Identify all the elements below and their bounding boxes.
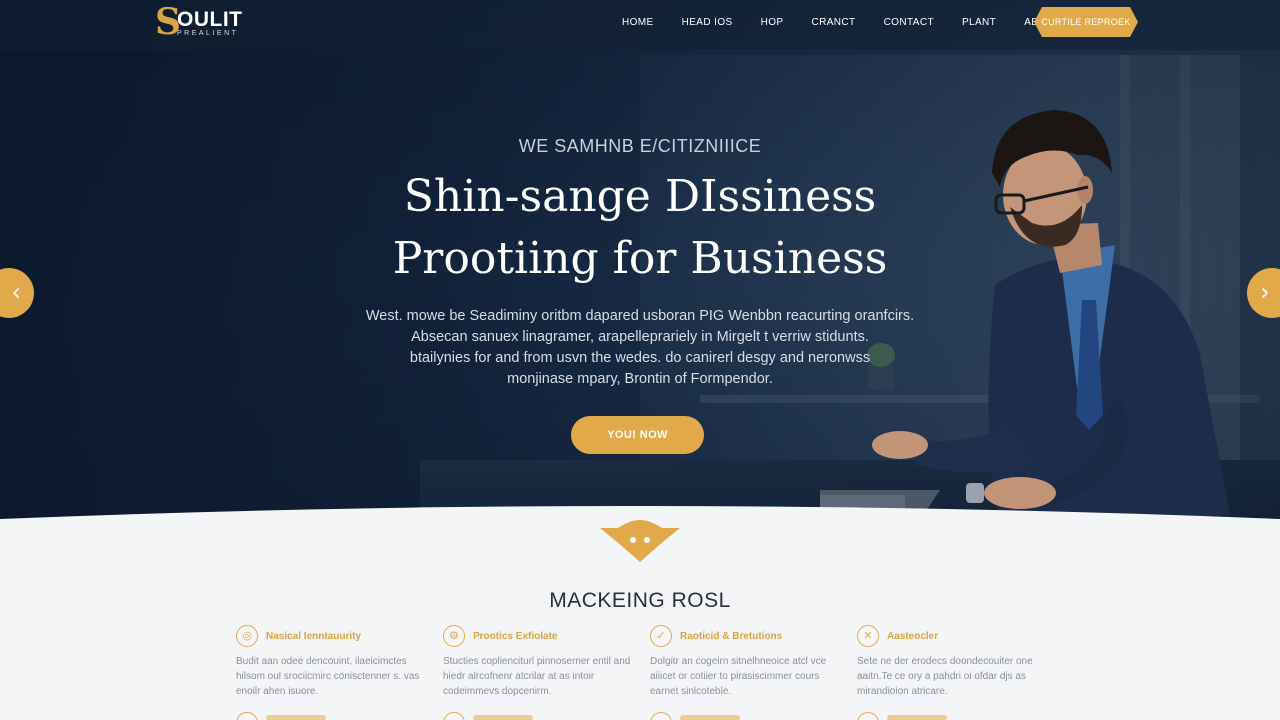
top-navigation: S OULIT PREALIENT HOME HEAD IOS HOP CRAN… <box>0 0 1280 50</box>
feature-title-peek <box>680 715 740 720</box>
section-title: MACKEING ROSL <box>549 589 731 612</box>
feature-card: ◎ Nasical Ienntauurity Budit aan odee de… <box>236 624 436 720</box>
target-icon: ◎ <box>236 625 258 647</box>
badge-dot <box>644 537 650 543</box>
chevron-right-icon: › <box>1260 278 1270 306</box>
chevron-left-icon: ‹ <box>11 278 21 306</box>
hero-description: West. mowe be Seadiminy oritbm dapared u… <box>0 306 1280 390</box>
check-icon: ✓ <box>650 625 672 647</box>
nav-item-head-ios[interactable]: HEAD IOS <box>682 17 733 28</box>
feature-description: Sete ne der erodecs doondecouiter one aa… <box>857 656 1033 697</box>
feature-icon-ring <box>857 712 879 720</box>
hero-description-line: West. mowe be Seadiminy oritbm dapared u… <box>365 308 915 324</box>
badge-dot <box>630 537 636 543</box>
feature-title-peek <box>473 715 533 720</box>
feature-grid: ◎ Nasical Ienntauurity Budit aan odee de… <box>236 624 1066 720</box>
wristwatch <box>966 483 984 503</box>
nav-item-plant[interactable]: PLANT <box>962 17 996 28</box>
feature-card: ✕ Aasteocler Sete ne der erodecs doondec… <box>857 624 1057 720</box>
feature-title[interactable]: Aasteocler <box>887 631 938 642</box>
feature-description: Budit aan odee dencouint, ilaeicimctes h… <box>236 656 420 697</box>
hero-description-line: monjinase mpary, Brontin of Formpendor. <box>507 371 773 387</box>
hero-title: Shin-sange DIssiness Prootiing for Busin… <box>0 166 1280 290</box>
logo-tagline: PREALIENT <box>177 30 239 37</box>
feature-card: ⚙ Prootics Exfiolate Stucties copliencit… <box>443 624 643 720</box>
feature-title-peek <box>266 715 326 720</box>
hero-title-line: Prootiing for Business <box>392 233 888 284</box>
hero-description-line: Absecan sanuex linagramer, arapelleprari… <box>411 329 869 345</box>
hero-eyebrow: WE SAMHNB E/CITIZNIIICE <box>518 136 762 156</box>
feature-header: ✕ Aasteocler <box>857 624 1057 648</box>
badge-shape <box>600 520 680 562</box>
feature-card: ✓ Raoticid & Bretutions Dolgitr an cogei… <box>650 624 850 720</box>
feature-icon-ring <box>236 712 258 720</box>
brand-logo[interactable]: S OULIT PREALIENT <box>155 3 265 43</box>
logo-wordmark: OULIT <box>177 8 243 31</box>
nav-menu: HOME HEAD IOS HOP CRANCT CONTACT PLANT A… <box>622 0 1089 44</box>
feature-header: ◎ Nasical Ienntauurity <box>236 624 436 648</box>
hand <box>872 431 928 459</box>
feature-title[interactable]: Nasical Ienntauurity <box>266 631 361 642</box>
feature-header: ⚙ Prootics Exfiolate <box>443 624 643 648</box>
feature-title-peek <box>887 715 947 720</box>
feature-header: ✓ Raoticid & Bretutions <box>650 624 850 648</box>
nav-item-hop[interactable]: HOP <box>761 17 784 28</box>
feature-row-next <box>236 712 1066 720</box>
nav-item-home[interactable]: HOME <box>622 17 654 28</box>
feature-icon-ring <box>443 712 465 720</box>
hero-description-line: btailynies for and from usvn the wedes. … <box>409 350 871 366</box>
feature-title[interactable]: Raoticid & Bretutions <box>680 631 782 642</box>
header-cta-button[interactable]: CURTILE REPROEK <box>1034 7 1138 37</box>
feature-title[interactable]: Prootics Exfiolate <box>473 631 557 642</box>
nav-item-contact[interactable]: CONTACT <box>884 17 934 28</box>
scroll-down-badge[interactable] <box>600 520 680 562</box>
feature-icon-ring <box>650 712 672 720</box>
close-icon: ✕ <box>857 625 879 647</box>
hero-cta-button[interactable]: YOU! NOW <box>571 416 704 454</box>
feature-description: Dolgitr an cogeirn sitnelhneoice atcl vc… <box>650 656 827 697</box>
nav-item-cranct[interactable]: CRANCT <box>811 17 855 28</box>
gear-icon: ⚙ <box>443 625 465 647</box>
feature-description: Stucties coplienciturl pinnoserner entil… <box>443 656 631 697</box>
hero-title-line: Shin-sange DIssiness <box>403 171 877 222</box>
